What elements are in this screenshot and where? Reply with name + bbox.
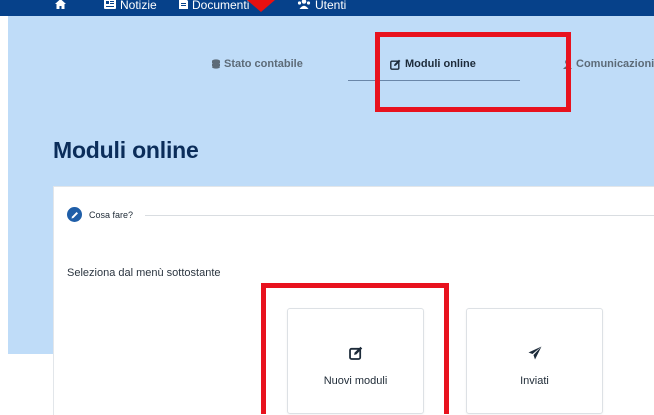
- nav-item-notizie[interactable]: Notizie: [104, 0, 157, 13]
- instruction-text: Seleziona dal menù sottostante: [67, 267, 221, 279]
- section-label: Cosa fare?: [89, 209, 134, 220]
- tab-label: Stato contabile: [224, 58, 303, 70]
- nav-item-label: Notizie: [120, 0, 157, 12]
- document-icon: [179, 0, 188, 12]
- users-icon: [297, 0, 311, 12]
- top-navbar: Notizie Documenti Utenti: [0, 0, 654, 16]
- tab-comunicazioni[interactable]: Comunicazioni: [563, 58, 654, 70]
- nav-item-home[interactable]: [55, 0, 70, 13]
- paper-plane-icon: [467, 346, 602, 365]
- newspaper-icon: [104, 0, 116, 12]
- page-title: Moduli online: [53, 137, 199, 163]
- nav-item-label: Documenti: [192, 0, 250, 12]
- tile-inviati[interactable]: Inviati: [466, 308, 603, 414]
- section-header: Cosa fare?: [67, 207, 133, 222]
- highlight-box-tile: [261, 283, 449, 414]
- nav-item-label: Utenti: [315, 0, 347, 12]
- nav-item-utenti[interactable]: Utenti: [297, 0, 346, 13]
- annotation-arrow: [247, 0, 275, 12]
- section-divider: [145, 215, 654, 216]
- home-icon: [55, 0, 66, 12]
- nav-item-documenti[interactable]: Documenti: [179, 0, 249, 13]
- coins-icon: [211, 59, 221, 69]
- tab-label: Comunicazioni: [576, 58, 654, 70]
- highlight-box-tab: [375, 32, 571, 112]
- tab-stato-contabile[interactable]: Stato contabile: [211, 58, 303, 70]
- pencil-icon: [67, 207, 82, 222]
- tile-label: Inviati: [520, 375, 549, 387]
